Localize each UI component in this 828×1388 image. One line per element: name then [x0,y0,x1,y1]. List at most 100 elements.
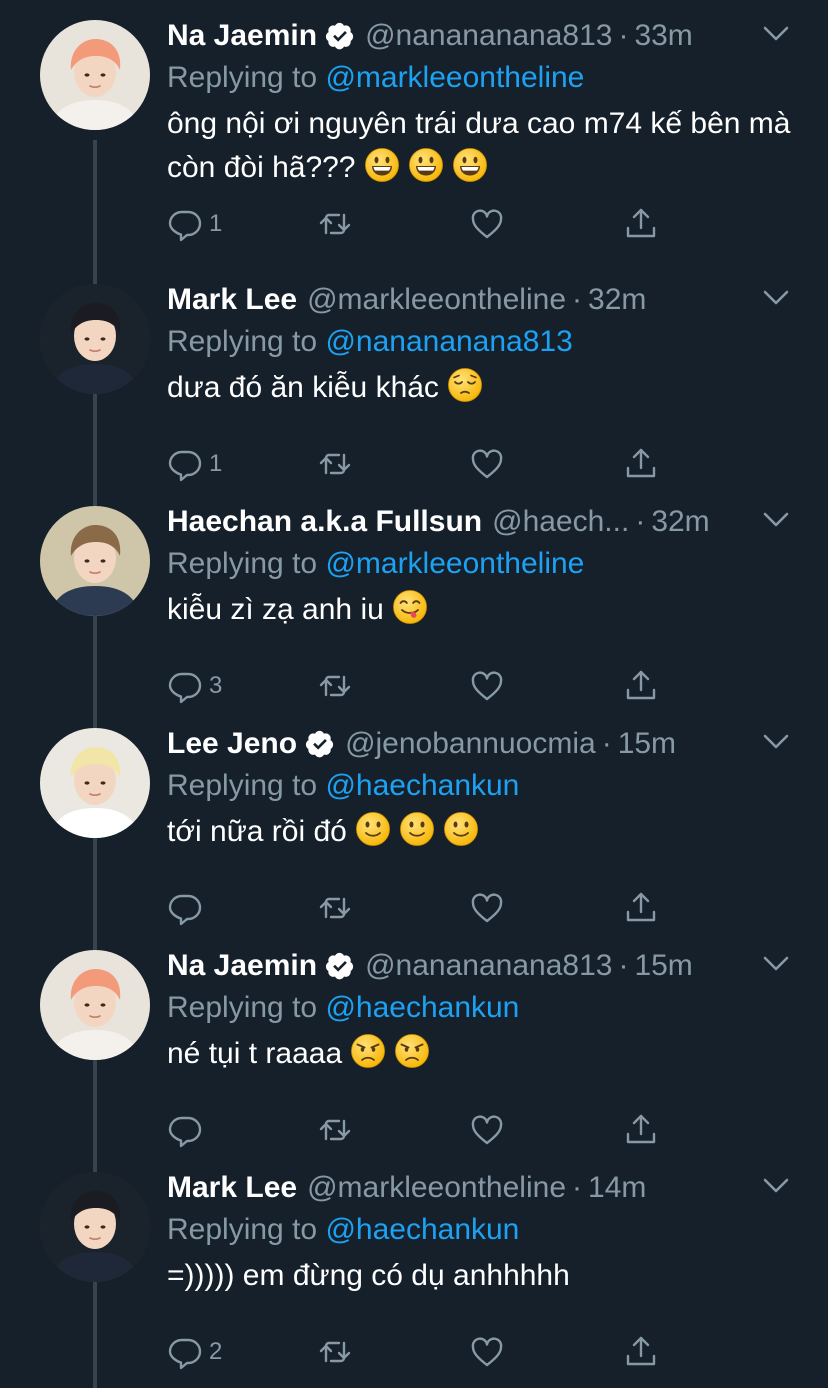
emoji-face-savoring-food [392,589,428,625]
reply-count: 2 [209,1338,223,1365]
verified-badge-icon [325,951,355,981]
timestamp[interactable]: 33m [634,14,692,58]
mention-link[interactable]: @nanananana813 [325,325,572,358]
share-icon [623,668,659,704]
reply-icon [167,1334,203,1370]
emoji-slightly-smiling-face [355,811,391,847]
heart-icon [469,446,505,482]
reply-button[interactable] [167,1108,209,1152]
tweet[interactable]: Mark Lee @markleeontheline · 32m Replying to… [0,264,828,486]
avatar[interactable] [40,284,150,394]
tweet[interactable]: Haechan a.k.a Fullsun @haech... · 32m Replyi… [0,486,828,708]
display-name[interactable]: Mark Lee [167,278,297,322]
timestamp[interactable]: 15m [618,722,676,766]
reply-button[interactable]: 1 [167,442,222,486]
user-handle[interactable]: @haech... [492,500,629,544]
mention-link[interactable]: @markleeontheline [325,547,584,580]
like-button[interactable] [469,202,505,246]
retweet-button[interactable] [317,202,353,246]
replying-to-label: Replying to [167,769,318,802]
avatar[interactable] [40,1172,150,1282]
heart-icon [469,1112,505,1148]
display-name[interactable]: Na Jaemin [167,944,317,988]
chevron-down-icon[interactable] [762,732,790,752]
retweet-button[interactable] [317,442,353,486]
tweet-actions: 1 [167,442,687,486]
separator-dot: · [635,505,646,538]
mention-link[interactable]: @haechankun [325,1213,519,1246]
retweet-button[interactable] [317,1330,353,1374]
share-button[interactable] [623,664,659,708]
timestamp[interactable]: 32m [651,500,709,544]
like-button[interactable] [469,442,505,486]
display-name[interactable]: Na Jaemin [167,14,317,58]
display-name[interactable]: Haechan a.k.a Fullsun [167,500,482,544]
reply-button[interactable]: 2 [167,1330,222,1374]
tweet-text: =))))) em đừng có dụ anhhhhh [167,1254,797,1298]
share-button[interactable] [623,886,659,930]
chevron-down-icon[interactable] [762,510,790,530]
heart-icon [469,1334,505,1370]
replying-to-label: Replying to [167,991,318,1024]
emoji-pensive-face [447,367,483,403]
chevron-down-icon[interactable] [762,24,790,44]
tweet[interactable]: Mark Lee @markleeontheline · 14m Replying to… [0,1152,828,1374]
reply-button[interactable] [167,886,209,930]
replying-to-label: Replying to [167,1213,318,1246]
tweet[interactable]: Lee Jeno @jenobannuocmia · 15m Replying to @… [0,708,828,930]
timestamp[interactable]: 15m [634,944,692,988]
share-button[interactable] [623,1108,659,1152]
user-handle[interactable]: @nanananana813 [365,14,612,58]
avatar[interactable] [40,506,150,616]
like-button[interactable] [469,1108,505,1152]
chevron-down-icon[interactable] [762,954,790,974]
retweet-button[interactable] [317,886,353,930]
replying-to: Replying to @haechankun [167,986,519,1030]
tweet-text: ông nội ơi nguyên trái dưa cao m74 kế bê… [167,102,797,190]
user-handle[interactable]: @markleeontheline [307,278,566,322]
display-name[interactable]: Lee Jeno [167,722,297,766]
tweet-actions: 2 [167,1330,687,1374]
share-button[interactable] [623,1330,659,1374]
tweet-text: kiễu zì zạ anh iu [167,588,797,632]
retweet-icon [317,446,353,482]
share-button[interactable] [623,442,659,486]
retweet-icon [317,890,353,926]
timestamp[interactable]: 32m [588,278,646,322]
avatar[interactable] [40,728,150,838]
share-icon [623,206,659,242]
share-icon [623,1334,659,1370]
reply-button[interactable]: 1 [167,202,222,246]
tweet-text: né tụi t raaaa [167,1032,797,1076]
chevron-down-icon[interactable] [762,288,790,308]
share-button[interactable] [623,202,659,246]
separator-dot: · [572,1171,583,1204]
share-icon [623,446,659,482]
timestamp[interactable]: 14m [588,1166,646,1210]
heart-icon [469,206,505,242]
tweet-header: Haechan a.k.a Fullsun @haech... · 32m [167,500,710,544]
mention-link[interactable]: @haechankun [325,769,519,802]
tweet[interactable]: Na Jaemin @nanananana813 · 33m Replying to @… [0,0,828,242]
avatar[interactable] [40,20,150,130]
chevron-down-icon[interactable] [762,1176,790,1196]
user-handle[interactable]: @nanananana813 [365,944,612,988]
retweet-button[interactable] [317,1108,353,1152]
retweet-button[interactable] [317,664,353,708]
verified-badge-icon [305,729,335,759]
mention-link[interactable]: @markleeontheline [325,61,584,94]
like-button[interactable] [469,886,505,930]
user-handle[interactable]: @jenobannuocmia [345,722,596,766]
like-button[interactable] [469,1330,505,1374]
retweet-icon [317,1112,353,1148]
tweet-actions [167,1108,687,1152]
replying-to-label: Replying to [167,325,318,358]
avatar[interactable] [40,950,150,1060]
user-handle[interactable]: @markleeontheline [307,1166,566,1210]
tweet-actions: 3 [167,664,687,708]
mention-link[interactable]: @haechankun [325,991,519,1024]
reply-button[interactable]: 3 [167,664,222,708]
tweet[interactable]: Na Jaemin @nanananana813 · 15m Replying to @… [0,930,828,1152]
display-name[interactable]: Mark Lee [167,1166,297,1210]
like-button[interactable] [469,664,505,708]
